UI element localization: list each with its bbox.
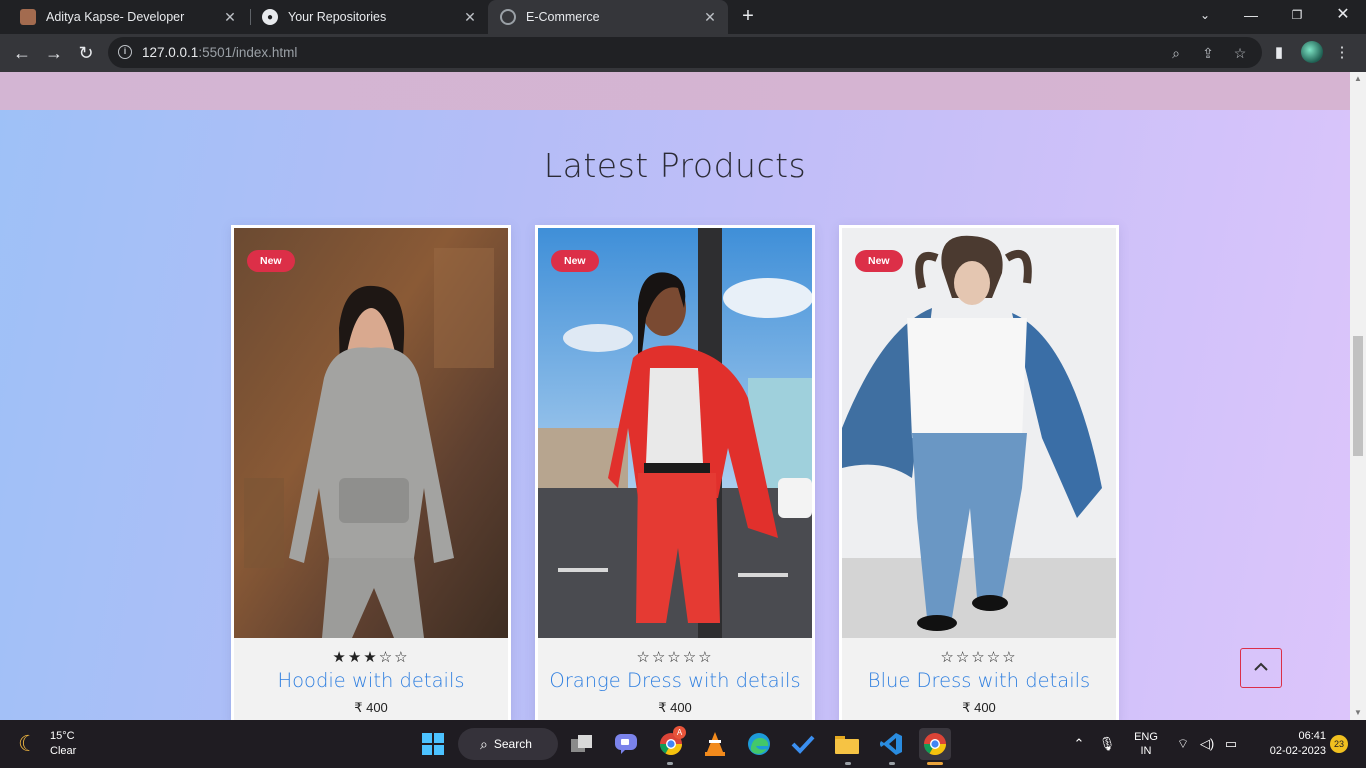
address-bar[interactable]: i 127.0.0.1:5501/index.html ⌕ ⇪ ☆ [108,37,1262,68]
clock[interactable]: 06:41 02-02-2023 [1250,720,1326,768]
back-icon[interactable]: ← [10,41,34,65]
zoom-icon[interactable]: ⌕ [1166,43,1186,63]
product-card[interactable]: New ☆☆☆☆☆ Blue Dress with details ₹ 400 [839,225,1119,720]
rating-stars: ★★★☆☆ [332,649,410,666]
globe-icon [500,9,516,25]
new-badge: New [551,250,599,272]
volume-icon[interactable]: ◁) [1196,720,1218,768]
page-scrollbar[interactable]: ▲ ▼ [1350,72,1366,720]
weather-condition: Clear [50,745,77,757]
url-text[interactable]: 127.0.0.1:5501/index.html [142,45,297,60]
taskbar-search[interactable]: ⌕ Search [458,728,558,760]
edge-icon [748,733,770,755]
notification-count-badge: 23 [1330,735,1348,753]
share-icon[interactable]: ⇪ [1198,43,1218,63]
new-badge: New [247,250,295,272]
chrome-app-button[interactable]: A [655,726,687,760]
clock-time: 06:41 [1298,730,1326,742]
browser-toolbar: ← → ↻ i 127.0.0.1:5501/index.html ⌕ ⇪ ☆ … [0,34,1366,72]
checkmark-icon [791,735,815,754]
window-close-button[interactable]: ✕ [1320,0,1366,30]
weather-widget[interactable]: ☾ 15°C Clear [18,729,76,759]
tab-repositories[interactable]: ● Your Repositories ✕ [250,0,488,34]
reload-icon[interactable]: ↻ [74,41,98,65]
rating-stars: ☆☆☆☆☆ [940,649,1018,666]
product-image[interactable] [538,228,812,638]
side-panel-icon[interactable]: ▮ [1267,41,1291,65]
todo-app-button[interactable] [787,728,819,760]
chrome-active-button[interactable] [919,728,951,760]
tab-ecommerce[interactable]: E-Commerce ✕ [488,0,728,34]
weather-temp: 15°C [50,730,75,742]
taskbar: ☾ 15°C Clear ⌕ Search A ⌃ 🎙 ENG IN ⌔ ◁) … [0,720,1366,768]
page-viewport: Latest Products New ★★★☆☆ Hoodie with de… [0,72,1350,720]
folder-icon [835,736,859,754]
tab-title: Your Repositories [288,10,387,24]
scrollbar-thumb[interactable] [1353,336,1363,456]
search-icon: ⌕ [480,735,488,752]
header-band [0,72,1350,110]
rating-stars: ☆☆☆☆☆ [636,649,714,666]
menu-icon[interactable]: ⋮ [1330,41,1354,65]
product-card[interactable]: New ★★★☆☆ Hoodie with details ₹ 400 [231,225,511,720]
tab-title: E-Commerce [526,10,600,24]
product-name-link[interactable]: Hoodie with details [234,669,508,692]
new-tab-button[interactable]: + [736,5,760,29]
chat-icon [615,734,637,754]
scroll-down-arrow-icon[interactable]: ▼ [1350,706,1366,720]
close-icon[interactable]: ✕ [222,9,238,25]
tab-search-icon[interactable]: ⌄ [1182,0,1228,30]
bookmark-star-icon[interactable]: ☆ [1230,43,1250,63]
clock-date: 02-02-2023 [1269,745,1326,757]
chevron-up-icon[interactable]: ⌃ [1068,720,1090,768]
file-explorer-button[interactable] [831,728,863,760]
product-price: ₹ 400 [658,700,692,715]
new-badge: New [855,250,903,272]
product-name-link[interactable]: Blue Dress with details [842,669,1116,692]
tab-strip: Aditya Kapse- Developer ✕ ● Your Reposit… [0,0,1366,34]
chrome-icon [924,733,946,755]
minimize-button[interactable]: — [1228,0,1274,30]
tab-aditya[interactable]: Aditya Kapse- Developer ✕ [8,0,248,34]
github-icon: ● [262,9,278,25]
section-title: Latest Products [543,146,807,185]
chevron-up-icon [1254,662,1268,671]
product-price: ₹ 400 [962,700,996,715]
edge-app-button[interactable] [743,728,775,760]
vscode-app-button[interactable] [875,728,907,760]
product-card[interactable]: New ☆☆☆☆☆ Orange Dress with details ₹ 40… [535,225,815,720]
close-icon[interactable]: ✕ [462,9,478,25]
profile-favicon-icon [20,9,36,25]
close-icon[interactable]: ✕ [702,9,718,25]
battery-icon[interactable]: ▭ [1220,720,1242,768]
task-view-button[interactable] [566,728,598,760]
vlc-icon [705,732,725,756]
scroll-up-arrow-icon[interactable]: ▲ [1350,72,1366,86]
product-price: ₹ 400 [354,700,388,715]
wifi-icon[interactable]: ⌔ [1172,720,1194,768]
teams-chat-button[interactable] [610,728,642,760]
product-name-link[interactable]: Orange Dress with details [538,669,812,692]
search-label: Search [493,737,532,751]
restore-button[interactable]: ❐ [1274,0,1320,30]
windows-icon [422,733,444,755]
tab-title: Aditya Kapse- Developer [46,10,185,24]
forward-icon[interactable]: → [42,41,66,65]
notification-center[interactable]: 23 [1329,720,1349,768]
lang-top: ENG [1134,731,1158,743]
vlc-app-button[interactable] [699,728,731,760]
product-image[interactable] [842,228,1116,638]
microphone-icon[interactable]: 🎙 [1096,720,1118,768]
scroll-to-top-button[interactable] [1240,648,1282,688]
language-indicator[interactable]: ENG IN [1126,720,1166,768]
lang-bottom: IN [1140,745,1152,757]
site-info-icon[interactable]: i [118,45,132,59]
start-button[interactable] [417,728,449,760]
chrome-profile-badge: A [673,726,686,739]
moon-icon: ☾ [18,731,38,756]
product-image[interactable] [234,228,508,638]
vscode-icon [880,733,902,755]
task-view-icon [571,735,592,752]
profile-avatar[interactable] [1301,41,1323,63]
